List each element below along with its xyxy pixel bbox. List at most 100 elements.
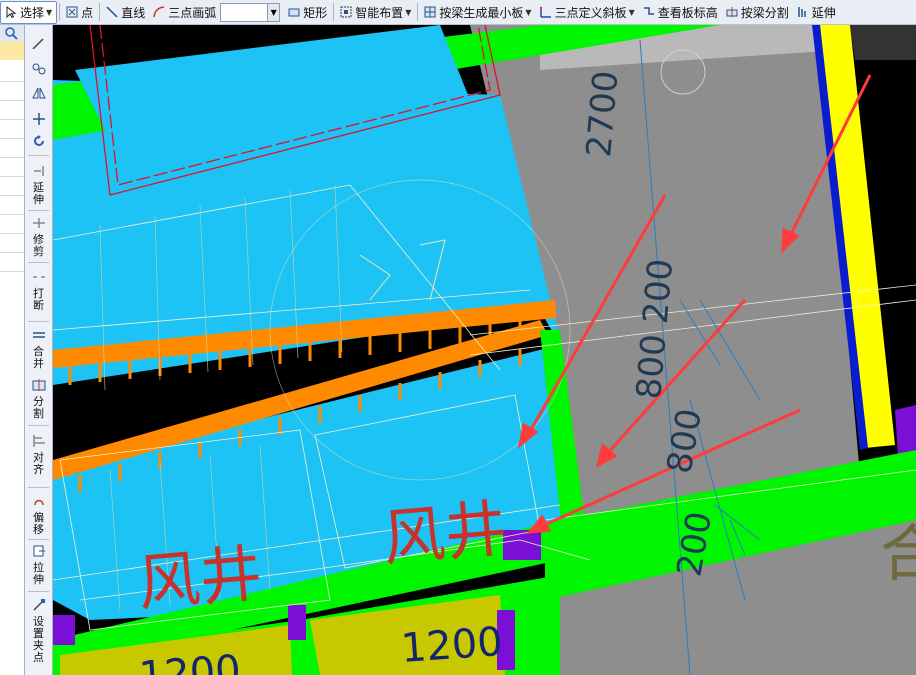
move-tool[interactable]: [25, 113, 52, 130]
line-label: 直线: [121, 5, 146, 20]
toolbar-divider: [28, 591, 49, 592]
shaft-label: 风井: [135, 536, 265, 620]
offset-tool[interactable]: 偏移: [25, 495, 52, 536]
toolbar-divider: [28, 487, 49, 488]
move-icon: [32, 113, 45, 125]
smart-layout-icon: [340, 6, 352, 18]
stretch-label: 拉伸: [33, 561, 44, 586]
cad-drawing[interactable]: 风井 风井 2700 800 200 800 200 1200 1200 合: [53, 25, 916, 675]
chevron-down-icon[interactable]: ▼: [46, 8, 52, 17]
merge-icon: [32, 332, 45, 338]
stretch-icon: [33, 545, 45, 557]
line-tool[interactable]: 直线: [102, 2, 149, 23]
point-tool[interactable]: 点: [62, 2, 97, 23]
mirror-icon: [31, 87, 46, 99]
search-icon: [5, 27, 18, 40]
extend-side-label: 延伸: [33, 181, 44, 206]
rect-tool[interactable]: 矩形: [284, 2, 331, 23]
copy-tool[interactable]: [25, 63, 52, 80]
trim-icon: [32, 218, 45, 228]
panel-divider: [0, 157, 24, 158]
panel-divider: [0, 233, 24, 234]
chevron-down-icon[interactable]: ▼: [525, 8, 531, 17]
toolbar-divider: [28, 262, 49, 263]
extend-icon: [798, 7, 806, 17]
panel-divider: [0, 271, 24, 272]
line-icon: [106, 6, 118, 18]
beam-min-slab-tool[interactable]: 按梁生成最小板 ▼: [420, 2, 535, 23]
toolbar-divider: [59, 3, 61, 21]
grip-icon: [32, 599, 45, 611]
extend-tool[interactable]: 延伸: [793, 2, 840, 23]
align-tool[interactable]: 对齐: [25, 435, 52, 476]
drawing-canvas[interactable]: 风井 风井 2700 800 200 800 200 1200 1200 合: [53, 25, 916, 675]
pen-icon: [31, 38, 44, 50]
search-button[interactable]: [0, 25, 24, 41]
toolbar-divider: [28, 425, 49, 426]
select-tool[interactable]: 选择 ▼: [0, 0, 58, 24]
selected-row[interactable]: [0, 41, 24, 60]
mirror-tool[interactable]: [25, 87, 52, 104]
panel-divider: [0, 214, 24, 215]
point-icon: [66, 6, 78, 18]
dimension-1200: 1200: [399, 619, 504, 672]
break-tool[interactable]: 打断: [25, 271, 52, 312]
chevron-down-icon[interactable]: ▼: [629, 8, 635, 17]
break-label: 打断: [33, 287, 44, 312]
align-label: 对齐: [33, 451, 44, 476]
smart-layout-label: 智能布置: [355, 5, 404, 20]
shaft-label: 风井: [380, 491, 510, 575]
toolbar-divider: [417, 3, 419, 21]
smart-layout-tool[interactable]: 智能布置 ▼: [336, 2, 415, 23]
merge-tool[interactable]: 合并: [25, 329, 52, 370]
properties-panel: [0, 25, 25, 675]
set-grip-tool[interactable]: 设置夹点: [25, 599, 52, 664]
toolbar-divider: [28, 539, 49, 540]
panel-divider: [0, 195, 24, 196]
rotate-tool[interactable]: [25, 135, 52, 152]
set-grip-label: 设置夹点: [33, 615, 44, 664]
trim-tool[interactable]: 修剪: [25, 217, 52, 258]
chevron-down-icon[interactable]: ▼: [405, 8, 411, 17]
slope-icon: [539, 6, 551, 18]
panel-divider: [0, 138, 24, 139]
dark-corner: [850, 25, 916, 60]
toolbar-divider: [28, 210, 49, 211]
edit-toolbar: 延伸 修剪 打断 合并 分割 对齐 偏移 拉伸 设置夹点: [25, 25, 53, 675]
extend-icon: [33, 166, 44, 176]
toolbar-divider: [28, 155, 49, 156]
cursor-icon: [6, 6, 17, 18]
beam-split-tool[interactable]: 按梁分割: [722, 2, 793, 23]
arc-icon: [153, 6, 165, 18]
arc-label: 三点画弧: [168, 5, 217, 20]
arc-mode-select[interactable]: ▼: [220, 2, 281, 22]
toolbar-divider: [99, 3, 101, 21]
purple-column: [53, 615, 75, 645]
view-slab-elev-tool[interactable]: 查看板标高: [639, 2, 722, 23]
beam-split-label: 按梁分割: [740, 5, 789, 20]
select-label: 选择: [20, 5, 45, 20]
stretch-tool[interactable]: 拉伸: [25, 545, 52, 586]
split-side-tool[interactable]: 分割: [25, 379, 52, 420]
split-icon: [32, 379, 45, 391]
pen-tool[interactable]: [25, 37, 52, 54]
chevron-down-icon[interactable]: ▼: [267, 3, 280, 21]
purple-column: [288, 605, 306, 640]
trim-label: 修剪: [33, 233, 44, 258]
panel-divider: [0, 81, 24, 82]
three-point-slope-tool[interactable]: 三点定义斜板 ▼: [536, 2, 639, 23]
drawing-toolbar: 选择 ▼ 点 直线 三点画弧 ▼ 矩形 智能布置 ▼ 按梁生成最小板 ▼ 三点定…: [0, 0, 916, 25]
extend-side-tool[interactable]: 延伸: [25, 165, 52, 206]
panel-divider: [0, 252, 24, 253]
break-icon: [32, 276, 45, 278]
merge-label: 合并: [33, 345, 44, 370]
arc-tool[interactable]: 三点画弧: [149, 2, 220, 23]
toolbar-divider: [333, 3, 335, 21]
corner-label: 合: [880, 517, 916, 590]
beam-slab-icon: [424, 6, 436, 18]
beam-min-slab-label: 按梁生成最小板: [439, 5, 524, 20]
rectangle-icon: [288, 8, 300, 17]
align-icon: [32, 435, 45, 447]
toolbar-divider: [28, 321, 49, 322]
three-point-slope-label: 三点定义斜板: [554, 5, 627, 20]
